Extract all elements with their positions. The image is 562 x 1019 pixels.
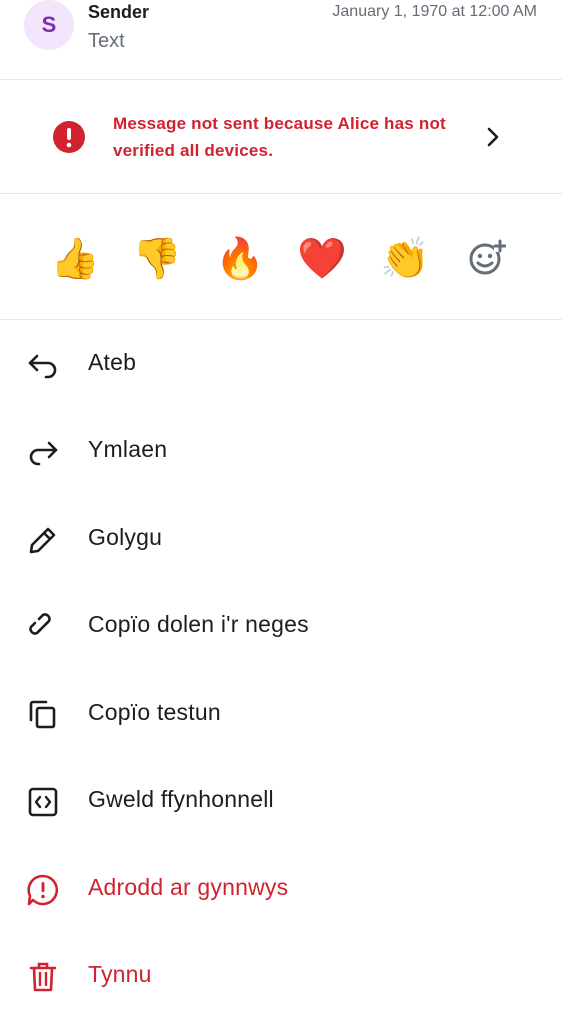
menu-item-report-content[interactable]: Adrodd ar gynnwys <box>0 845 562 932</box>
menu-item-forward[interactable]: Ymlaen <box>0 407 562 494</box>
reaction-clapping[interactable]: 👏 <box>380 234 430 284</box>
reaction-fire[interactable]: 🔥 <box>215 234 265 284</box>
menu-item-label: Copïo dolen i'r neges <box>88 611 309 637</box>
menu-item-label: Copïo testun <box>88 699 221 725</box>
forward-icon <box>29 441 58 466</box>
reaction-thumbs-down[interactable]: 👎 <box>132 234 182 284</box>
add-reaction-icon[interactable] <box>466 238 506 278</box>
reply-icon <box>28 354 57 379</box>
menu-item-label: Adrodd ar gynnwys <box>88 874 289 900</box>
reaction-thumbs-up[interactable]: 👍 <box>50 234 100 284</box>
menu-item-label: Ateb <box>88 349 137 375</box>
report-icon <box>27 874 59 906</box>
menu-item-view-source[interactable]: Gweld ffynhonnell <box>0 757 562 844</box>
link-icon <box>29 613 51 635</box>
warning-message: Message not sent because Alice has not v… <box>113 114 446 160</box>
delete-icon <box>29 962 57 992</box>
reaction-heart[interactable]: ❤️ <box>297 234 347 284</box>
menu-item-label: Gweld ffynhonnell <box>88 786 274 812</box>
menu-item-copy-link[interactable]: Copïo dolen i'r neges <box>0 582 562 669</box>
message-header: S Sender Text January 1, 1970 at 12:00 A… <box>0 0 562 80</box>
message-text-preview: Text <box>88 30 125 52</box>
menu-item-copy-text[interactable]: Copïo testun <box>0 670 562 757</box>
error-icon <box>53 121 85 153</box>
avatar: S <box>24 0 74 50</box>
menu-item-reply[interactable]: Ateb <box>0 320 562 407</box>
message-not-sent-warning[interactable]: Message not sent because Alice has not v… <box>0 80 562 194</box>
menu-item-delete[interactable]: Tynnu <box>0 932 562 1019</box>
menu-item-label: Ymlaen <box>88 436 168 462</box>
edit-icon <box>29 527 56 554</box>
timestamp: January 1, 1970 at 12:00 AM <box>332 3 537 20</box>
chevron-right-icon <box>487 127 499 147</box>
copy-icon <box>29 700 56 729</box>
menu-item-label: Tynnu <box>88 961 152 987</box>
sender-name: Sender <box>88 2 150 22</box>
quick-reactions: 👍 👎 🔥 ❤️ 👏 <box>0 194 562 320</box>
menu-item-label: Golygu <box>88 524 163 550</box>
menu-item-edit[interactable]: Golygu <box>0 495 562 582</box>
code-icon <box>28 787 58 817</box>
